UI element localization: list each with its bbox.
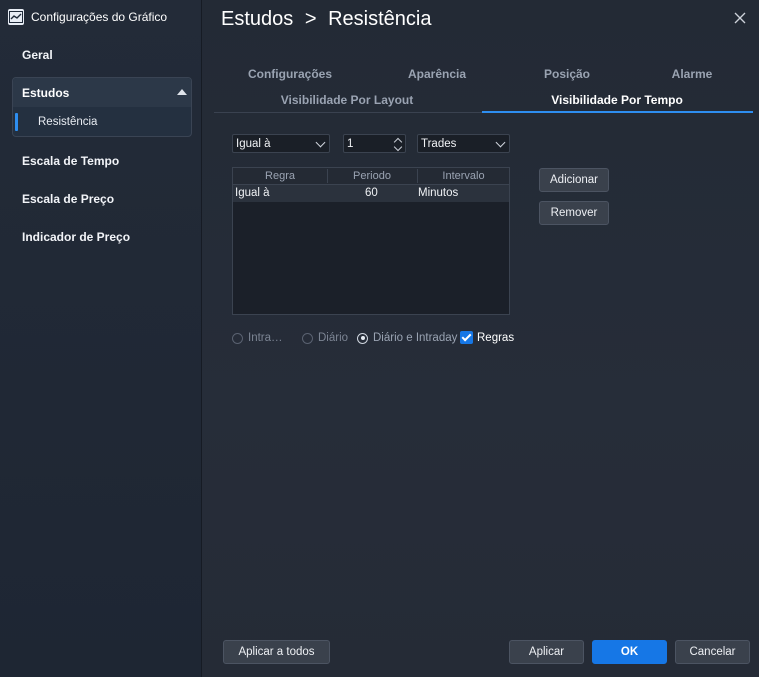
close-icon[interactable] — [733, 11, 747, 25]
ok-button[interactable]: OK — [592, 640, 667, 664]
tab-visibilidade-por-layout[interactable]: Visibilidade Por Layout — [272, 93, 422, 107]
breadcrumb: Estudos > Resistência — [221, 8, 431, 31]
cell-regra: Igual à — [235, 187, 270, 199]
option-intra[interactable]: Intra… — [232, 332, 283, 344]
chart-line-icon — [8, 9, 24, 25]
sidebar-item-escala-de-preco[interactable]: Escala de Preço — [22, 192, 114, 206]
rules-table[interactable]: Regra Periodo Intervalo Igual à 60 Minut… — [232, 167, 510, 315]
main-panel: Estudos > Resistência Configurações Apar… — [202, 0, 759, 677]
option-regras-label: Regras — [477, 331, 515, 344]
chevron-up-icon[interactable] — [177, 89, 187, 95]
tab-visibilidade-por-tempo[interactable]: Visibilidade Por Tempo — [542, 93, 692, 107]
interval-select[interactable]: Trades — [417, 134, 510, 153]
chevron-down-icon — [315, 137, 326, 148]
period-stepper[interactable]: 1 — [343, 134, 406, 153]
tab-configuracoes[interactable]: Configurações — [240, 67, 340, 81]
cell-intervalo: Minutos — [418, 187, 459, 199]
tab-posicao[interactable]: Posição — [532, 67, 602, 81]
option-diario-intraday[interactable]: Diário e Intraday — [357, 332, 457, 344]
radio-diario-intraday[interactable] — [357, 332, 368, 344]
rule-select[interactable]: Igual à — [232, 134, 330, 153]
sidebar-item-geral[interactable]: Geral — [22, 48, 53, 62]
chevron-down-icon[interactable] — [393, 142, 403, 152]
breadcrumb-section[interactable]: Estudos — [221, 8, 293, 30]
apply-all-button[interactable]: Aplicar a todos — [223, 640, 330, 664]
breadcrumb-page: Resistência — [328, 8, 432, 30]
column-header-intervalo[interactable]: Intervalo — [418, 170, 509, 182]
breadcrumb-separator: > — [304, 8, 317, 30]
table-row[interactable]: Igual à 60 Minutos — [233, 185, 509, 202]
rule-select-value: Igual à — [236, 138, 271, 150]
tab-aparencia[interactable]: Aparência — [397, 67, 477, 81]
column-header-periodo[interactable]: Periodo — [328, 170, 416, 182]
active-indicator — [15, 113, 18, 131]
cell-periodo: 60 — [365, 187, 378, 199]
sidebar-item-escala-de-tempo[interactable]: Escala de Tempo — [22, 154, 119, 168]
active-tab-indicator — [482, 111, 753, 113]
column-header-regra[interactable]: Regra — [233, 170, 327, 182]
sidebar: Configurações do Gráfico Geral Estudos R… — [0, 0, 202, 677]
cancel-button[interactable]: Cancelar — [675, 640, 750, 664]
sidebar-item-estudos[interactable]: Estudos — [13, 78, 191, 107]
window-title-text: Configurações do Gráfico — [31, 10, 168, 24]
sidebar-item-indicador-de-preco[interactable]: Indicador de Preço — [22, 230, 130, 244]
option-diario[interactable]: Diário — [302, 332, 348, 344]
option-intra-label: Intra… — [248, 332, 283, 344]
option-diario-label: Diário — [318, 332, 349, 344]
sidebar-group-estudos: Estudos Resistência — [12, 77, 192, 137]
window-title: Configurações do Gráfico — [8, 8, 167, 26]
radio-intra[interactable] — [232, 332, 243, 344]
checkbox-regras[interactable] — [460, 331, 473, 344]
sidebar-item-label: Estudos — [22, 86, 70, 100]
radio-diario[interactable] — [302, 332, 313, 344]
option-diario-intraday-label: Diário e Intraday — [373, 332, 458, 344]
sidebar-subitem-label: Resistência — [38, 116, 98, 128]
table-header: Regra Periodo Intervalo — [233, 168, 509, 185]
chevron-down-icon — [495, 137, 506, 148]
add-button[interactable]: Adicionar — [539, 168, 609, 192]
period-stepper-value: 1 — [347, 138, 354, 150]
sidebar-subitem-resistencia[interactable]: Resistência — [13, 112, 191, 132]
tab-alarme[interactable]: Alarme — [657, 67, 727, 81]
apply-button[interactable]: Aplicar — [509, 640, 584, 664]
interval-select-value: Trades — [421, 138, 457, 150]
remove-button[interactable]: Remover — [539, 201, 609, 225]
option-regras[interactable]: Regras — [460, 331, 514, 344]
